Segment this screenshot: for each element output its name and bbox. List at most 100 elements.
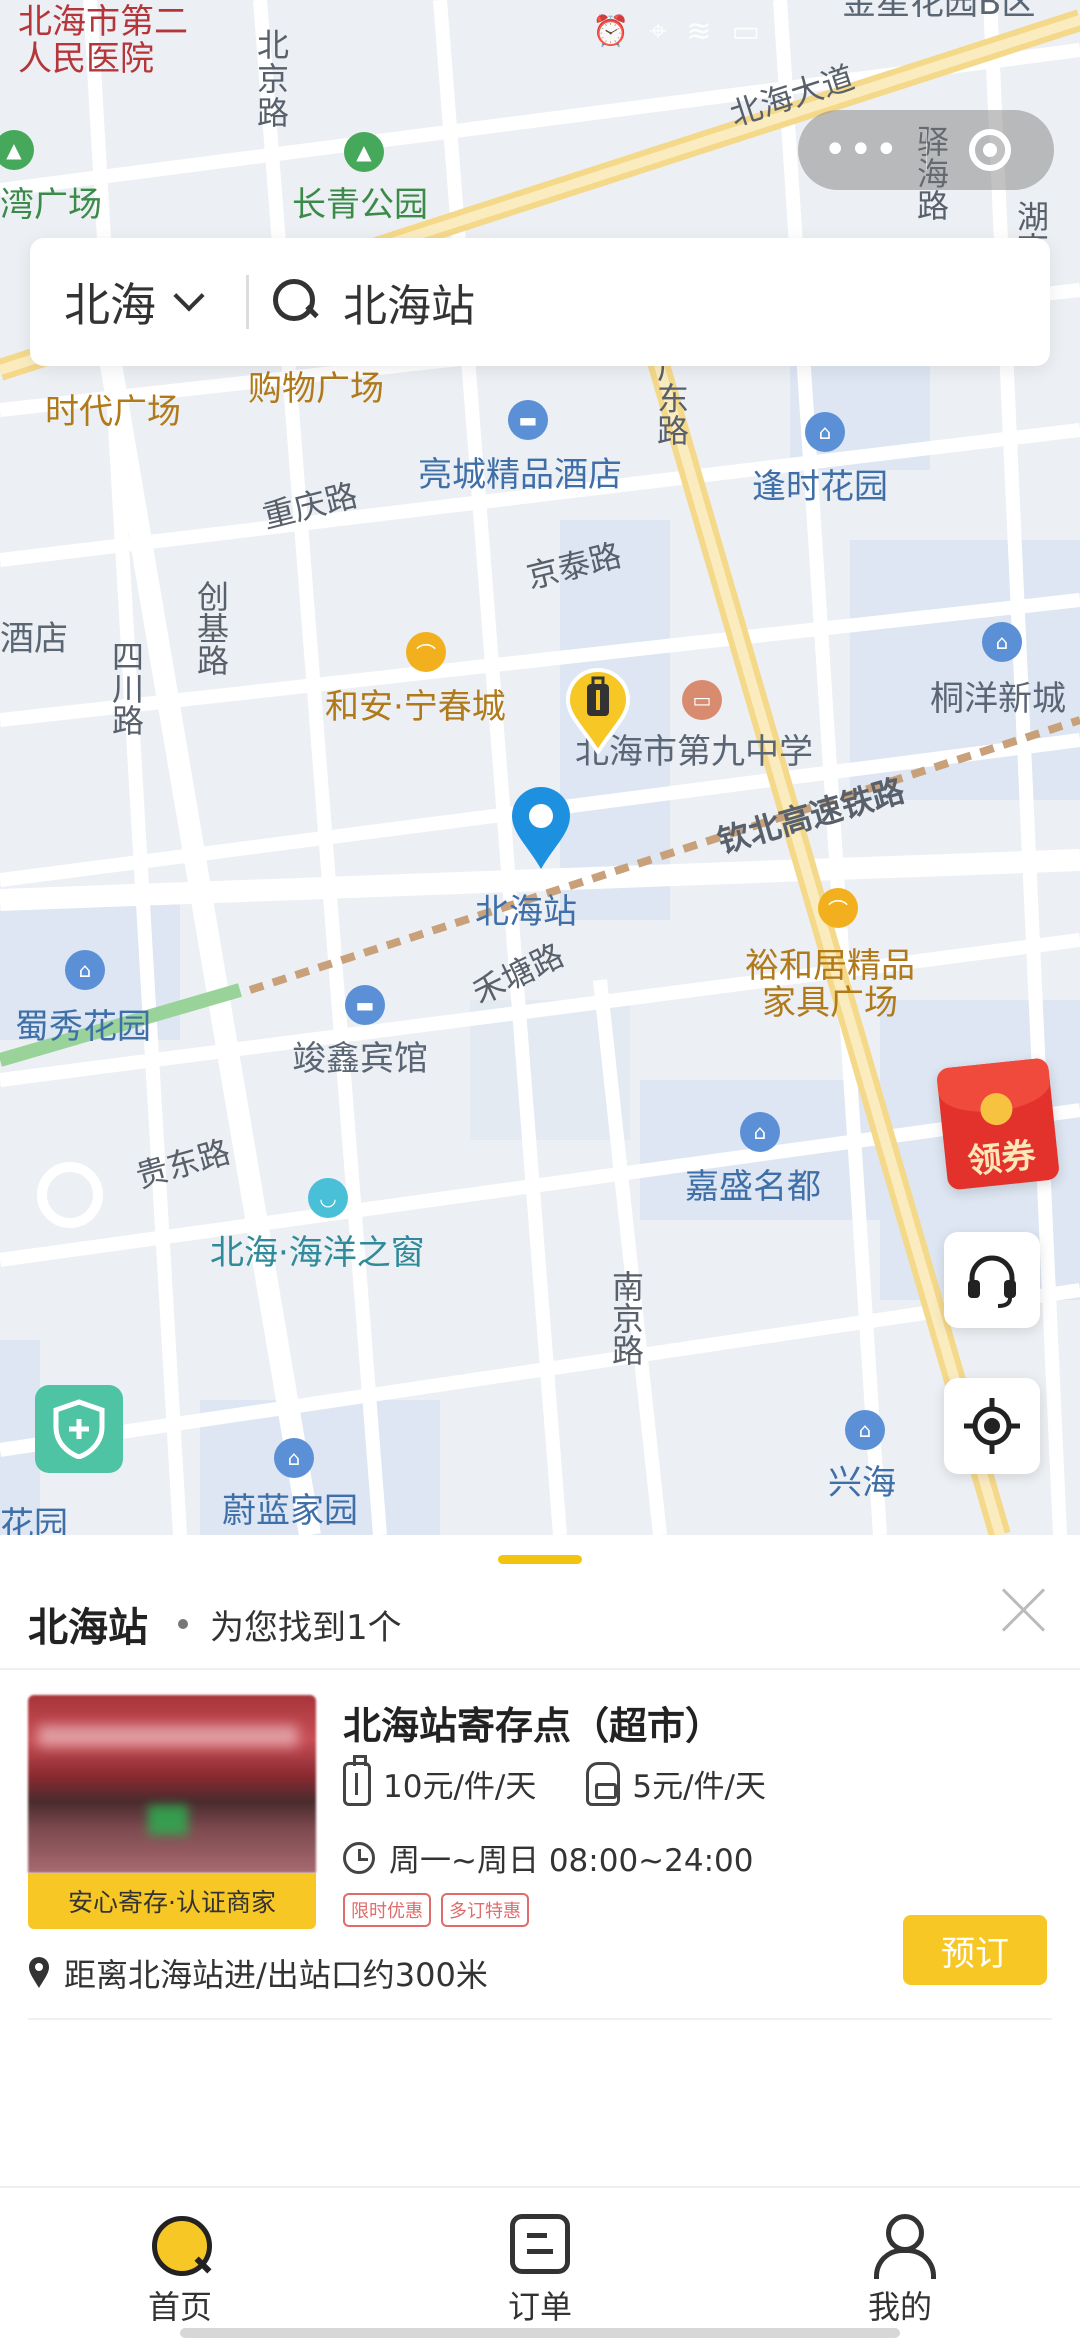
map-label-changqing-park: 长青公园 [292, 185, 428, 225]
close-miniprogram-button[interactable] [927, 129, 1055, 171]
promo-tag: 限时优惠 [343, 1893, 431, 1927]
residence-icon: ⌂ [845, 1410, 885, 1450]
map-roads [0, 0, 1080, 1535]
hotel-icon: ▬ [508, 400, 548, 440]
map-label-sichuan-road: 四川路 [107, 640, 145, 736]
station-location-pin[interactable] [510, 785, 572, 871]
map-label-hean-ningchun: 和安·宁春城 [325, 687, 506, 727]
map-label-nanjing-road: 南京路 [607, 1270, 645, 1366]
clock-icon [343, 1841, 375, 1874]
search-input[interactable] [343, 276, 943, 328]
suitcase-icon [343, 1754, 371, 1806]
luggage-locker-pin[interactable] [565, 668, 631, 754]
safety-button[interactable] [35, 1385, 123, 1473]
result-count: 为您找到1个 [210, 1607, 402, 1648]
residence-icon: ⌂ [274, 1438, 314, 1478]
search-divider [246, 275, 249, 329]
tab-label: 我的 [867, 2288, 932, 2326]
price-row: 10元/件/天 5元/件/天 [343, 1754, 766, 1806]
map-label-xinghai: 兴海 [828, 1463, 896, 1503]
map-label-jinxing-garden: 金星花园B区 [842, 0, 1036, 23]
shop-icon: ⌒ [406, 632, 446, 672]
map-label-jiasheng-mingdu: 嘉盛名都 [685, 1167, 821, 1207]
distance-row: 距离北海站进/出站口约300米 [28, 1950, 488, 1996]
school-icon: ▭ [682, 680, 722, 720]
record-icon [969, 129, 1012, 171]
map-label-beihai-station: 北海站 [475, 892, 577, 932]
map-label-beijing-road: 北京路 [252, 28, 290, 130]
map-label-hospital: 北海市第二 人民医院 [18, 2, 188, 80]
map-label-huayuan: 花园 [0, 1505, 68, 1535]
search-home-icon [150, 2214, 212, 2276]
location-icon: ⌖ [649, 14, 667, 49]
drag-handle[interactable] [498, 1555, 582, 1564]
result-sheet: 北海站 为您找到1个 安心寄存·认证商家 北海站寄存点（超市） 10元/件/天 … [0, 1535, 1080, 2185]
price-backpack: 5元/件/天 [632, 1769, 766, 1805]
shield-plus-icon [53, 1399, 105, 1459]
person-icon [870, 2214, 936, 2279]
opening-hours: 周一~周日 08:00~24:00 [389, 1843, 754, 1879]
residence-icon: ⌂ [982, 622, 1022, 662]
sheet-title: 北海站 [28, 1605, 148, 1651]
tab-me[interactable]: 我的 [720, 2188, 1080, 2340]
header-divider [0, 1668, 1080, 1670]
map-label-junxin-hotel: 竣鑫宾馆 [292, 1039, 428, 1079]
residence-icon: ⌂ [65, 950, 105, 990]
hours-row: 周一~周日 08:00~24:00 [343, 1835, 753, 1880]
hotel-icon: ▬ [345, 985, 385, 1025]
sheet-header: 北海站 为您找到1个 [28, 1595, 402, 1653]
tab-orders[interactable]: 订单 [360, 2188, 720, 2340]
location-pin-icon [29, 1957, 49, 1988]
promo-tags: 限时优惠 多订特惠 [343, 1893, 529, 1927]
map-label-shuxiu-garden: 蜀秀花园 [15, 1007, 151, 1047]
store-card[interactable]: 安心寄存·认证商家 北海站寄存点（超市） 10元/件/天 5元/件/天 周一~周… [0, 1695, 1080, 2035]
locate-icon [964, 1398, 1020, 1454]
map-label-bay-square: 湾广场 [0, 185, 102, 225]
miniprogram-capsule: ••• [798, 110, 1054, 190]
search-icon [273, 279, 319, 325]
city-selector[interactable]: 北海 [30, 269, 240, 335]
map-label-shopping-square: 购物广场 [248, 369, 384, 409]
bottom-tab-bar: 首页 订单 我的 [0, 2186, 1080, 2340]
more-button[interactable]: ••• [798, 127, 926, 173]
coupon-label: 领券 [965, 1135, 1038, 1183]
tab-label: 订单 [507, 2288, 572, 2326]
map-label-tongyang-new-city: 桐洋新城 [930, 679, 1066, 719]
customer-service-button[interactable] [944, 1232, 1040, 1328]
home-indicator [180, 2328, 900, 2338]
backpack-icon [586, 1761, 621, 1806]
promo-tag: 多订特惠 [441, 1893, 529, 1927]
tab-home[interactable]: 首页 [0, 2188, 360, 2340]
alarm-icon: ⏰ [592, 14, 630, 49]
order-icon [510, 2214, 570, 2274]
map-label-times-square: 时代广场 [45, 392, 181, 432]
locate-button[interactable] [944, 1378, 1040, 1474]
book-button[interactable]: 预订 [903, 1915, 1047, 1985]
certified-badge: 安心寄存·认证商家 [28, 1873, 316, 1929]
map-label-yuhe-furniture: 裕和居精品 家具广场 [745, 946, 915, 1024]
map-label-weilan-garden: 蔚蓝家园 [222, 1491, 358, 1531]
battery-icon: ▭ [731, 14, 760, 49]
residence-icon: ⌂ [740, 1112, 780, 1152]
headset-icon [968, 1255, 1016, 1308]
separator-dot [178, 1619, 188, 1629]
search-bar: 北海 [30, 238, 1050, 366]
distance-text: 距离北海站进/出站口约300米 [64, 1956, 488, 1994]
wifi-icon: ≋ [686, 14, 712, 49]
shop-icon: ⌒ [818, 888, 858, 928]
store-photo [28, 1695, 316, 1873]
map-label-liangcheng-hotel: 亮城精品酒店 [418, 455, 622, 495]
map-label-chuangji-road: 创基路 [192, 580, 230, 676]
status-bar: ⏰ ⌖ ≋ ▭ [592, 14, 760, 49]
coupon-button[interactable]: 领券 [935, 1057, 1061, 1191]
price-suitcase: 10元/件/天 [383, 1769, 537, 1805]
close-icon[interactable] [1000, 1585, 1048, 1633]
store-name: 北海站寄存点（超市） [343, 1704, 724, 1748]
tab-label: 首页 [147, 2288, 212, 2326]
map-label-fengshi-garden: 逢时花园 [752, 467, 888, 507]
residence-icon: ⌂ [805, 412, 845, 452]
card-divider [28, 2018, 1052, 2020]
scenic-icon: ◡ [308, 1178, 348, 1218]
map-view[interactable]: ⏰ ⌖ ≋ ▭ 北海市第二 人民医院 北京路 北海大道 金星花园B区 驿海路 湖… [0, 0, 1080, 1535]
chevron-down-icon [173, 280, 205, 312]
